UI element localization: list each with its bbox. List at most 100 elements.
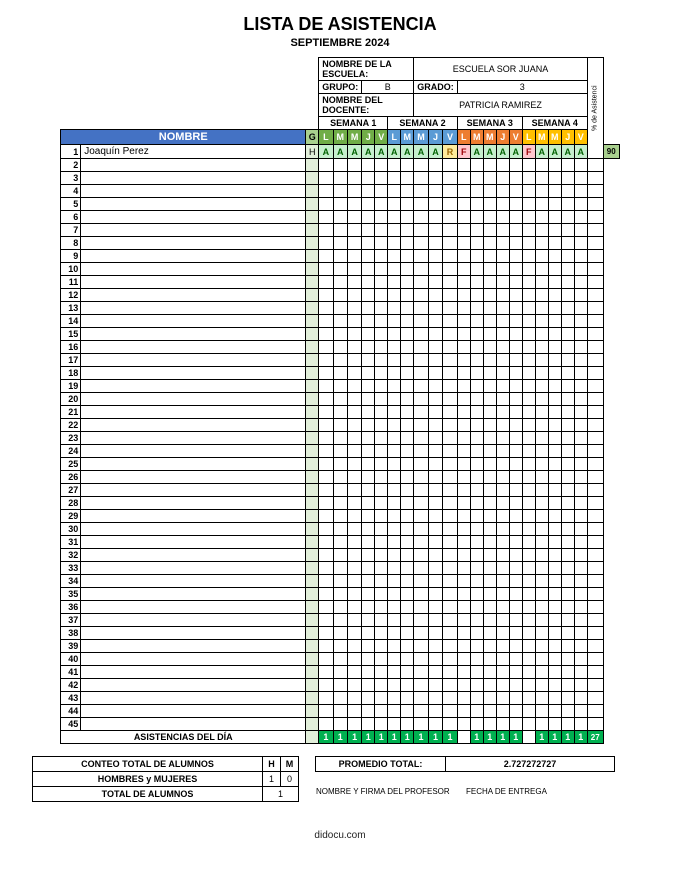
attendance-cell[interactable] <box>443 159 458 172</box>
attendance-cell[interactable] <box>401 224 414 237</box>
attendance-cell[interactable] <box>470 484 483 497</box>
attendance-cell[interactable] <box>362 172 375 185</box>
attendance-cell[interactable] <box>470 458 483 471</box>
attendance-cell[interactable] <box>496 289 509 302</box>
attendance-cell[interactable] <box>319 276 333 289</box>
attendance-cell[interactable] <box>375 276 388 289</box>
attendance-cell[interactable] <box>347 523 361 536</box>
attendance-cell[interactable] <box>509 549 522 562</box>
student-name[interactable] <box>81 614 306 627</box>
student-name[interactable] <box>81 718 306 731</box>
attendance-cell[interactable] <box>561 354 574 367</box>
attendance-cell[interactable] <box>443 627 458 640</box>
attendance-cell[interactable] <box>457 419 470 432</box>
attendance-cell[interactable] <box>509 172 522 185</box>
attendance-cell[interactable] <box>388 627 401 640</box>
attendance-cell[interactable] <box>362 679 375 692</box>
attendance-cell[interactable] <box>319 471 333 484</box>
attendance-cell[interactable] <box>496 640 509 653</box>
attendance-cell[interactable] <box>362 432 375 445</box>
attendance-cell[interactable] <box>535 263 548 276</box>
attendance-cell[interactable] <box>535 484 548 497</box>
attendance-cell[interactable] <box>509 471 522 484</box>
attendance-cell[interactable] <box>319 536 333 549</box>
attendance-cell[interactable] <box>333 484 347 497</box>
attendance-cell[interactable] <box>319 237 333 250</box>
attendance-cell[interactable] <box>388 458 401 471</box>
attendance-cell[interactable] <box>375 536 388 549</box>
attendance-cell[interactable] <box>496 185 509 198</box>
attendance-cell[interactable] <box>388 211 401 224</box>
attendance-cell[interactable] <box>347 653 361 666</box>
attendance-cell[interactable] <box>401 380 414 393</box>
attendance-cell[interactable] <box>401 432 414 445</box>
attendance-cell[interactable] <box>388 718 401 731</box>
attendance-cell[interactable] <box>561 562 574 575</box>
student-name[interactable] <box>81 562 306 575</box>
attendance-cell[interactable] <box>319 380 333 393</box>
attendance-cell[interactable] <box>443 679 458 692</box>
attendance-cell[interactable] <box>574 601 587 614</box>
attendance-cell[interactable] <box>483 237 496 250</box>
student-gender[interactable] <box>306 224 319 237</box>
attendance-cell[interactable] <box>470 497 483 510</box>
attendance-cell[interactable] <box>483 640 496 653</box>
attendance-cell[interactable] <box>375 211 388 224</box>
attendance-cell[interactable] <box>522 653 535 666</box>
attendance-cell[interactable] <box>470 653 483 666</box>
attendance-cell[interactable] <box>535 315 548 328</box>
attendance-cell[interactable] <box>347 510 361 523</box>
student-name[interactable] <box>81 328 306 341</box>
attendance-cell[interactable] <box>535 185 548 198</box>
attendance-cell[interactable] <box>574 562 587 575</box>
attendance-cell[interactable] <box>388 575 401 588</box>
attendance-cell[interactable] <box>443 510 458 523</box>
attendance-cell[interactable] <box>522 666 535 679</box>
student-gender[interactable] <box>306 575 319 588</box>
attendance-cell[interactable] <box>509 666 522 679</box>
attendance-cell[interactable] <box>496 614 509 627</box>
attendance-cell[interactable] <box>561 393 574 406</box>
attendance-cell[interactable] <box>574 224 587 237</box>
attendance-cell[interactable] <box>457 523 470 536</box>
attendance-cell[interactable] <box>535 497 548 510</box>
attendance-cell[interactable] <box>319 289 333 302</box>
attendance-cell[interactable] <box>388 510 401 523</box>
attendance-cell[interactable] <box>548 484 561 497</box>
attendance-cell[interactable] <box>483 211 496 224</box>
attendance-cell[interactable] <box>509 159 522 172</box>
attendance-cell[interactable] <box>428 562 443 575</box>
attendance-cell[interactable] <box>362 224 375 237</box>
attendance-cell[interactable] <box>428 601 443 614</box>
attendance-cell[interactable] <box>443 484 458 497</box>
student-name[interactable] <box>81 536 306 549</box>
attendance-cell[interactable] <box>333 185 347 198</box>
attendance-cell[interactable] <box>496 510 509 523</box>
attendance-cell[interactable] <box>496 666 509 679</box>
attendance-cell[interactable]: A <box>535 145 548 159</box>
attendance-cell[interactable] <box>362 393 375 406</box>
attendance-cell[interactable] <box>388 341 401 354</box>
attendance-cell[interactable] <box>375 289 388 302</box>
student-name[interactable] <box>81 315 306 328</box>
student-name[interactable] <box>81 341 306 354</box>
attendance-cell[interactable]: A <box>375 145 388 159</box>
attendance-cell[interactable] <box>548 380 561 393</box>
attendance-cell[interactable] <box>401 419 414 432</box>
student-gender[interactable] <box>306 159 319 172</box>
attendance-cell[interactable] <box>522 601 535 614</box>
attendance-cell[interactable] <box>561 458 574 471</box>
attendance-cell[interactable] <box>522 198 535 211</box>
attendance-cell[interactable] <box>535 562 548 575</box>
attendance-cell[interactable] <box>574 185 587 198</box>
attendance-cell[interactable] <box>401 198 414 211</box>
attendance-cell[interactable] <box>483 666 496 679</box>
attendance-cell[interactable] <box>561 406 574 419</box>
attendance-cell[interactable] <box>509 328 522 341</box>
attendance-cell[interactable] <box>443 666 458 679</box>
attendance-cell[interactable] <box>509 679 522 692</box>
attendance-cell[interactable] <box>375 679 388 692</box>
attendance-cell[interactable] <box>347 419 361 432</box>
attendance-cell[interactable] <box>509 380 522 393</box>
attendance-cell[interactable] <box>509 458 522 471</box>
